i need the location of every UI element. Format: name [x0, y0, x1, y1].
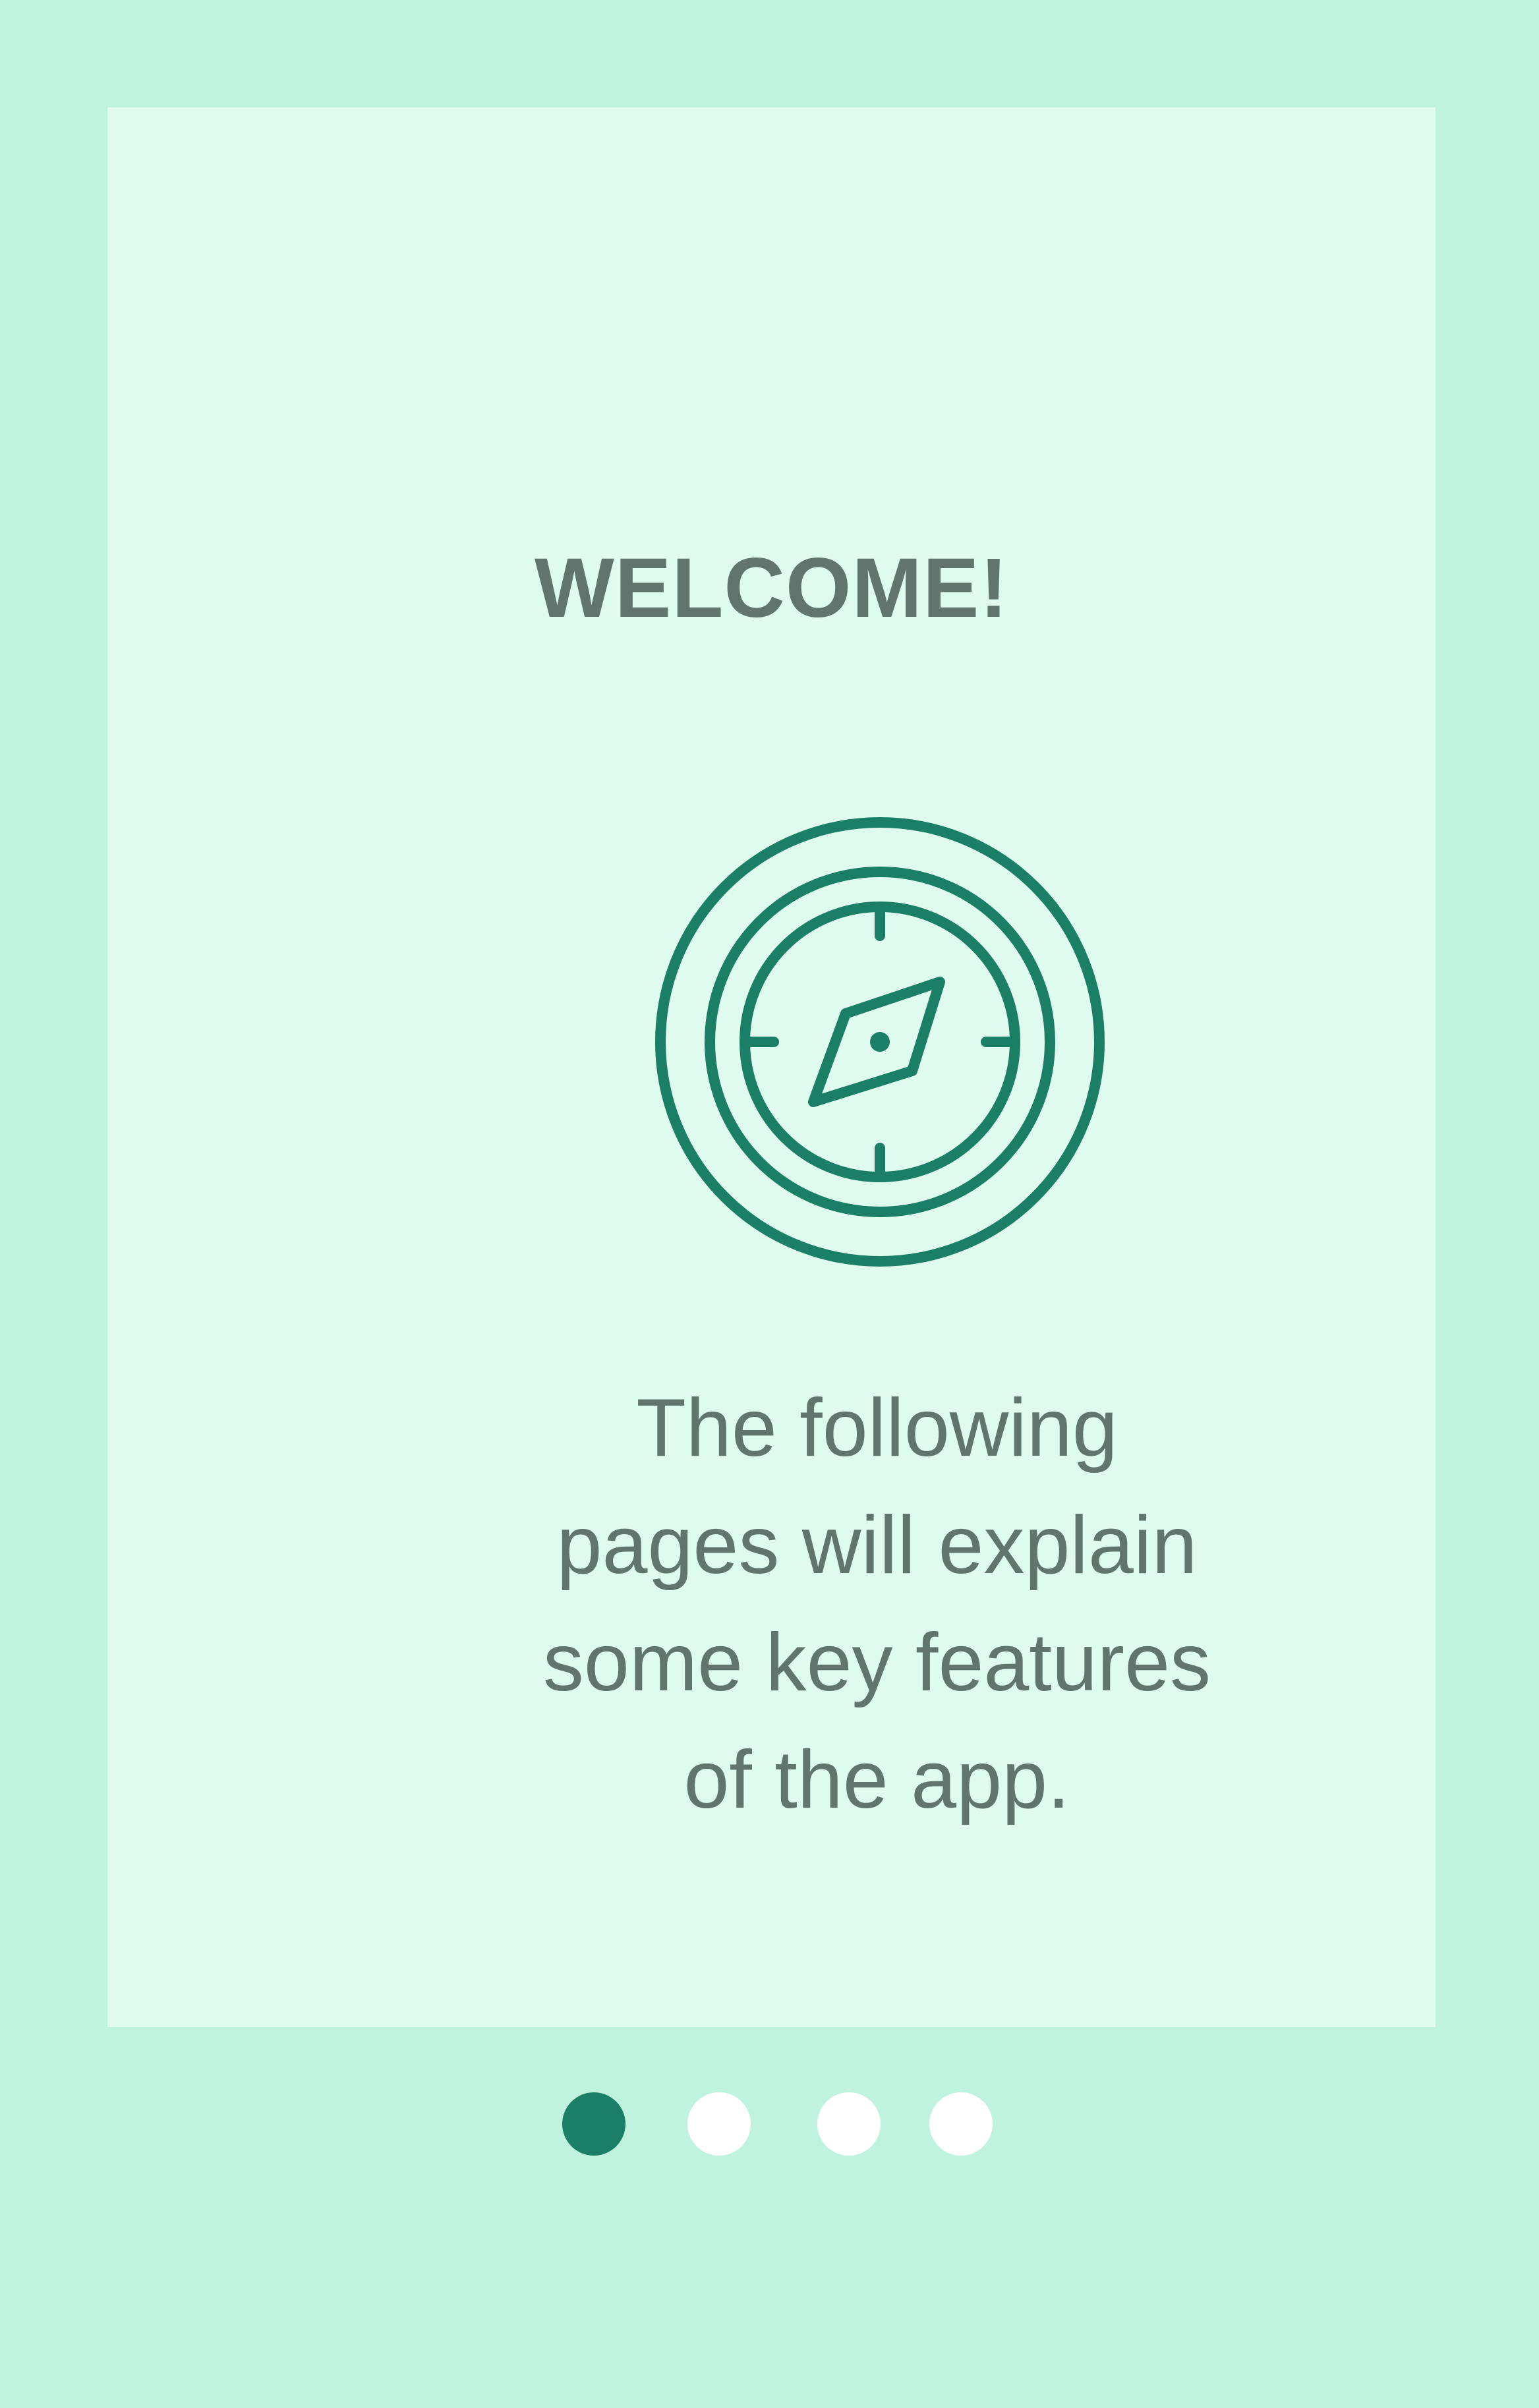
- page-dot-2[interactable]: [687, 2092, 751, 2156]
- page-dot-1[interactable]: [562, 2092, 625, 2156]
- page-dot-3[interactable]: [817, 2092, 881, 2156]
- description: The following pages will explain some ke…: [371, 1369, 1383, 1839]
- pagination-dots: [0, 2092, 1539, 2158]
- compass-icon: [655, 817, 1105, 1267]
- page-title: WELCOME!: [535, 541, 1008, 635]
- description-line: of the app.: [683, 1734, 1070, 1825]
- page-dot-4[interactable]: [929, 2092, 993, 2156]
- description-line: The following: [636, 1383, 1118, 1474]
- description-line: pages will explain: [556, 1500, 1198, 1591]
- onboarding-card: WELCOME! The following pages will explai…: [107, 107, 1436, 2027]
- description-line: some key features: [542, 1617, 1211, 1708]
